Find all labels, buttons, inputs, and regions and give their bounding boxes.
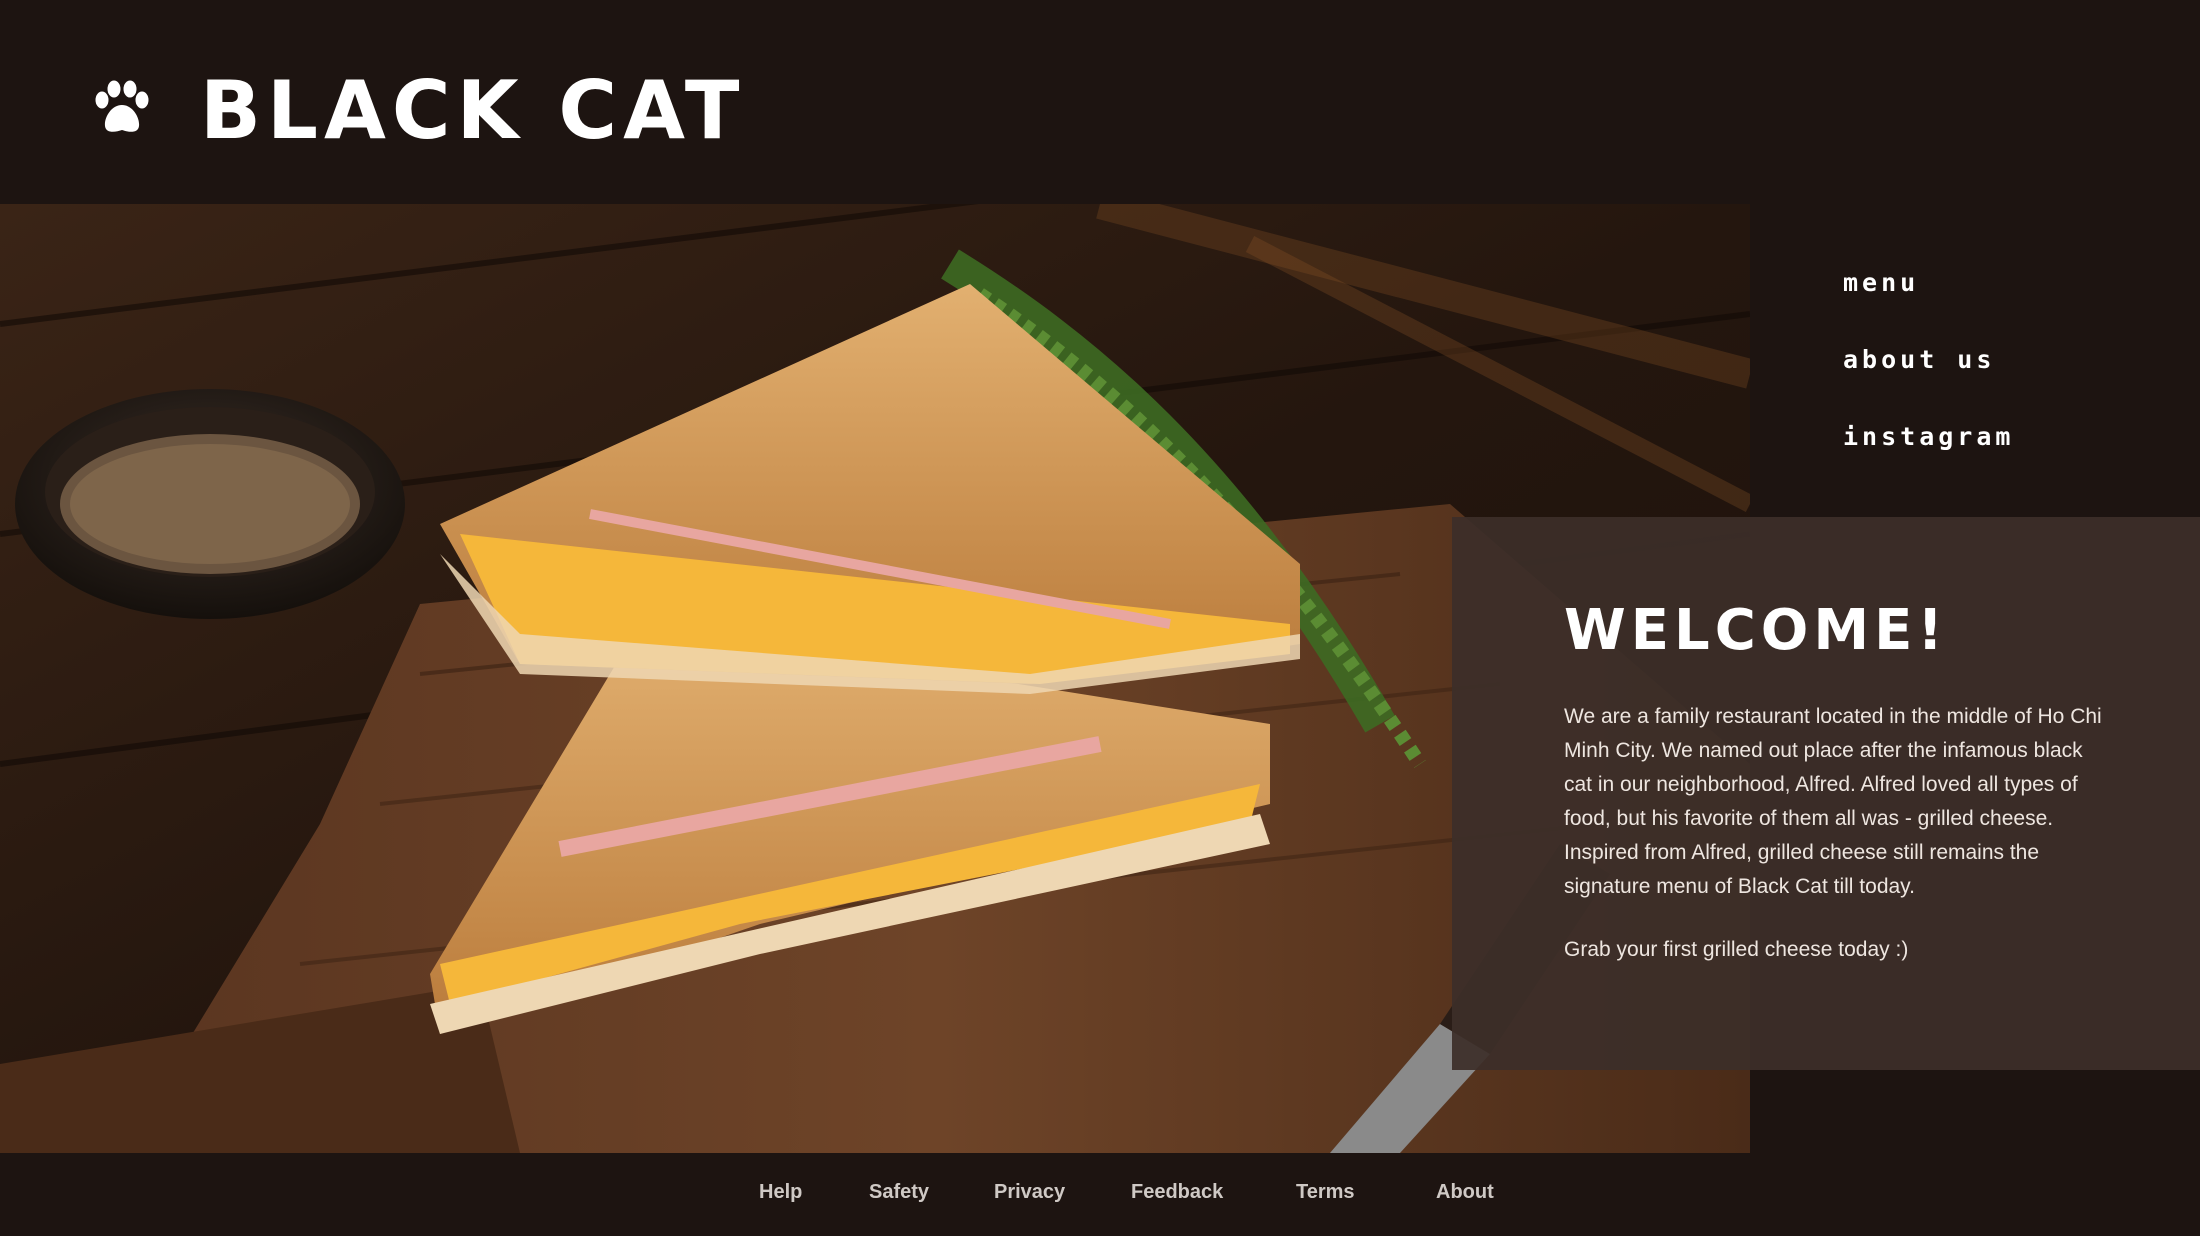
footer-link-feedback[interactable]: Feedback: [1131, 1181, 1223, 1204]
welcome-description: We are a family restaurant located in th…: [1564, 705, 2102, 898]
footer-link-privacy[interactable]: Privacy: [994, 1181, 1065, 1204]
site-header: BLACK CAT: [0, 0, 2200, 204]
footer-link-help[interactable]: Help: [759, 1181, 802, 1204]
site-footer: [0, 1153, 2200, 1236]
paw-icon: [95, 80, 149, 132]
welcome-cta-text: Grab your first grilled cheese today :): [1564, 938, 1909, 961]
footer-link-about[interactable]: About: [1436, 1181, 1494, 1204]
welcome-title: WELCOME!: [1564, 598, 1948, 663]
nav-item-menu[interactable]: menu: [1843, 268, 1919, 297]
nav-item-about-us[interactable]: about us: [1843, 345, 1995, 374]
brand-logo-text[interactable]: BLACK CAT: [200, 66, 745, 156]
footer-link-safety[interactable]: Safety: [869, 1181, 929, 1204]
footer-link-terms[interactable]: Terms: [1296, 1181, 1355, 1204]
nav-item-instagram[interactable]: instagram: [1843, 422, 2014, 451]
